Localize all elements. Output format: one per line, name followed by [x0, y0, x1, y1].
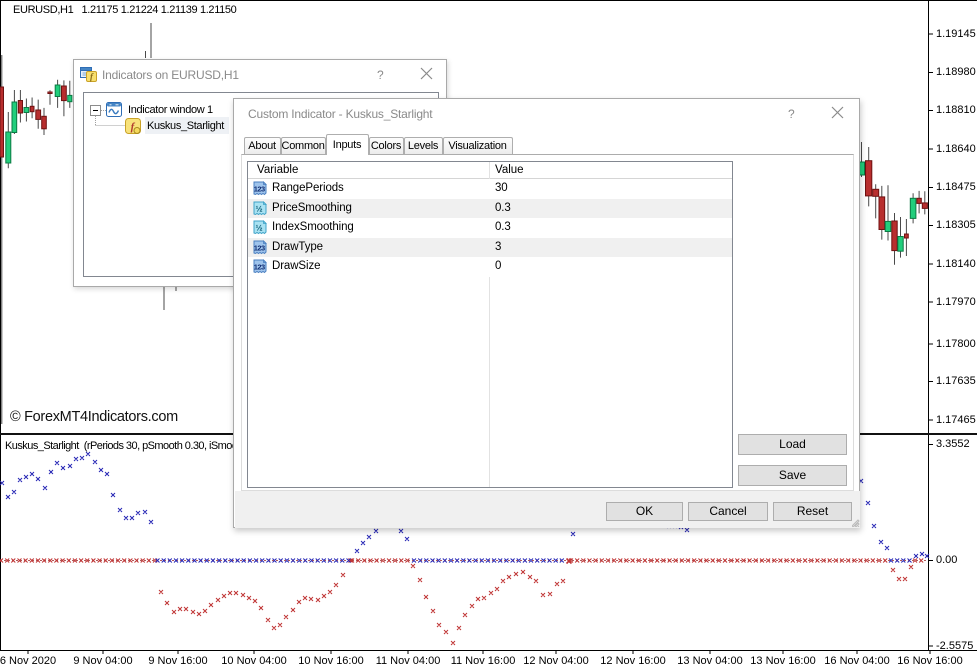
svg-text:123: 123: [254, 243, 265, 252]
svg-text:123: 123: [254, 263, 265, 272]
svg-text:123: 123: [254, 185, 265, 194]
svg-text:½: ½: [256, 223, 263, 233]
svg-text:½: ½: [256, 203, 263, 213]
